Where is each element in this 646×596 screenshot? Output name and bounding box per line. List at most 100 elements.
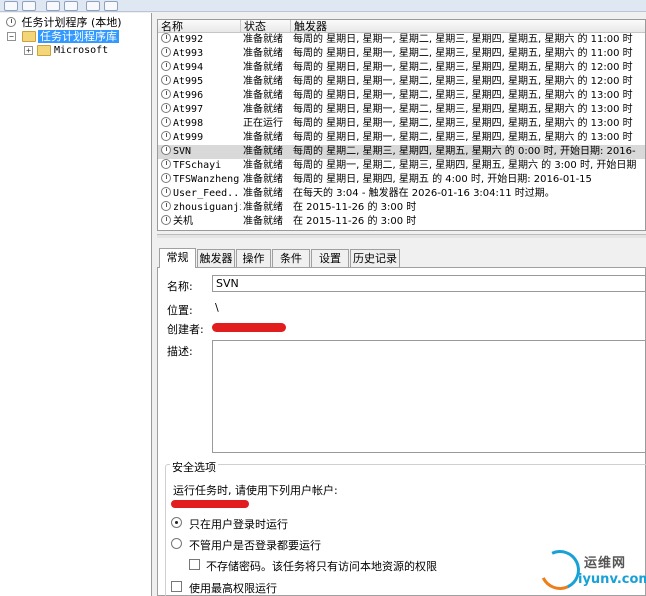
tree-library-label: 任务计划程序库 bbox=[38, 30, 119, 43]
table-row[interactable]: At996 准备就绪 每周的 星期日, 星期一, 星期二, 星期三, 星期四, 星期… bbox=[158, 89, 645, 103]
table-row[interactable]: TFSWanzheng 准备就绪 每周的 星期日, 星期四, 星期五 的 4:00 … bbox=[158, 173, 645, 187]
task-name: TFSWanzheng bbox=[173, 174, 240, 185]
tree-node-root[interactable]: 任务计划程序 (本地) bbox=[6, 16, 122, 30]
expand-icon[interactable]: + bbox=[24, 46, 33, 55]
task-trigger-cell: 每周的 星期二, 星期三, 星期四, 星期五, 星期六 的 0:00 时, 开始… bbox=[293, 146, 636, 157]
task-name: zhousiguanji bbox=[173, 202, 241, 213]
author-redaction bbox=[212, 323, 286, 332]
task-name-cell: At996 bbox=[161, 89, 241, 103]
table-row[interactable]: TFSchayi 准备就绪 每周的 星期一, 星期二, 星期三, 星期四, 星期五,… bbox=[158, 159, 645, 173]
task-clock-icon bbox=[161, 173, 171, 183]
task-status-cell: 准备就绪 bbox=[243, 160, 283, 171]
task-name: At997 bbox=[173, 104, 204, 115]
task-clock-icon bbox=[161, 215, 171, 225]
task-status-cell: 准备就绪 bbox=[243, 90, 283, 101]
task-clock-icon bbox=[161, 201, 171, 211]
radio-run-whether-logged-on[interactable] bbox=[171, 538, 182, 549]
table-row[interactable]: At997 准备就绪 每周的 星期日, 星期一, 星期二, 星期三, 星期四, 星期… bbox=[158, 103, 645, 117]
task-list-body: At992 准备就绪 每周的 星期日, 星期一, 星期二, 星期三, 星期四, 星期… bbox=[158, 33, 645, 229]
checkbox-do-not-store-password[interactable] bbox=[189, 559, 200, 570]
table-row[interactable]: At992 准备就绪 每周的 星期日, 星期一, 星期二, 星期三, 星期四, 星期… bbox=[158, 33, 645, 47]
task-name: At996 bbox=[173, 90, 204, 101]
tree-root-label: 任务计划程序 (本地) bbox=[21, 16, 122, 29]
task-name: At994 bbox=[173, 62, 204, 73]
table-row[interactable]: 关机 准备就绪在 2015-11-26 的 3:00 时 bbox=[158, 215, 645, 229]
task-clock-icon bbox=[161, 187, 171, 197]
show-hide-tree-icon[interactable] bbox=[64, 1, 78, 11]
task-trigger-cell: 每周的 星期日, 星期一, 星期二, 星期三, 星期四, 星期五, 星期六 的 … bbox=[293, 34, 633, 45]
tree-microsoft-label: Microsoft bbox=[54, 45, 109, 56]
task-trigger-cell: 每周的 星期日, 星期四, 星期五 的 4:00 时, 开始日期: 2016-0… bbox=[293, 174, 592, 185]
column-header-name[interactable]: 名称 bbox=[158, 20, 241, 33]
task-trigger-cell: 每周的 星期日, 星期一, 星期二, 星期三, 星期四, 星期五, 星期六 的 … bbox=[293, 62, 633, 73]
up-folder-icon[interactable] bbox=[46, 1, 60, 11]
task-name-cell: At993 bbox=[161, 47, 241, 61]
task-status-cell: 准备就绪 bbox=[243, 132, 283, 143]
properties-icon[interactable] bbox=[104, 1, 118, 11]
task-status-cell: 准备就绪 bbox=[243, 188, 283, 199]
column-header-trigger[interactable]: 触发器 bbox=[291, 20, 645, 33]
task-trigger-cell: 在 2015-11-26 的 3:00 时 bbox=[293, 216, 417, 227]
task-name-cell: 关机 bbox=[161, 215, 241, 229]
watermark-cn: 运维网 bbox=[584, 556, 627, 571]
forward-icon[interactable] bbox=[22, 1, 36, 11]
task-name: 关机 bbox=[173, 216, 193, 227]
checkbox-highest-privileges[interactable] bbox=[171, 581, 182, 592]
task-clock-icon bbox=[161, 159, 171, 169]
task-name: At999 bbox=[173, 132, 204, 143]
tab-history[interactable]: 历史记录 bbox=[350, 249, 400, 268]
name-field[interactable]: SVN bbox=[212, 275, 646, 292]
task-trigger-cell: 每周的 星期一, 星期二, 星期三, 星期四, 星期五, 星期六 的 3:00 … bbox=[293, 160, 637, 171]
tab-settings[interactable]: 设置 bbox=[311, 249, 349, 268]
collapse-icon[interactable]: − bbox=[7, 32, 16, 41]
swirl-logo-icon bbox=[534, 544, 586, 596]
task-name-cell: At998 bbox=[161, 117, 241, 131]
task-name: User_Feed... bbox=[173, 188, 241, 199]
checkbox-highest-privileges-label: 使用最高权限运行 bbox=[189, 582, 277, 595]
author-label: 创建者: bbox=[167, 323, 204, 336]
tree-node-microsoft[interactable]: Microsoft bbox=[54, 44, 108, 58]
radio-run-whether-logged-on-label: 不管用户是否登录都要运行 bbox=[189, 539, 321, 552]
clock-icon bbox=[6, 17, 16, 27]
task-status-cell: 准备就绪 bbox=[243, 104, 283, 115]
tree-node-library[interactable]: 任务计划程序库 bbox=[38, 30, 119, 44]
table-row[interactable]: At998 正在运行 每周的 星期日, 星期一, 星期二, 星期三, 星期四, 星期… bbox=[158, 117, 645, 131]
task-clock-icon bbox=[161, 89, 171, 99]
task-name: At993 bbox=[173, 48, 204, 59]
tab-general[interactable]: 常规 bbox=[159, 248, 196, 268]
table-row[interactable]: SVN 准备就绪 每周的 星期二, 星期三, 星期四, 星期五, 星期六 的 0:0… bbox=[158, 145, 645, 159]
task-list-header: 名称 状态 触发器 bbox=[158, 20, 645, 33]
radio-logged-on-only[interactable] bbox=[171, 517, 182, 528]
table-row[interactable]: At999 准备就绪 每周的 星期日, 星期一, 星期二, 星期三, 星期四, 星期… bbox=[158, 131, 645, 145]
navigation-tree: 任务计划程序 (本地) − 任务计划程序库 + Microsoft bbox=[0, 13, 152, 596]
table-row[interactable]: At993 准备就绪 每周的 星期日, 星期一, 星期二, 星期三, 星期四, 星期… bbox=[158, 47, 645, 61]
task-trigger-cell: 在每天的 3:04 - 触发器在 2026-01-16 3:04:11 时过期。 bbox=[293, 188, 555, 199]
task-name: At992 bbox=[173, 34, 204, 45]
table-row[interactable]: User_Feed... 准备就绪 在每天的 3:04 - 触发器在 2026-01… bbox=[158, 187, 645, 201]
task-clock-icon bbox=[161, 103, 171, 113]
task-clock-icon bbox=[161, 61, 171, 71]
help-icon[interactable] bbox=[86, 1, 100, 11]
tab-triggers[interactable]: 触发器 bbox=[197, 249, 235, 268]
run-as-label: 运行任务时, 请使用下列用户帐户: bbox=[173, 484, 338, 497]
task-name-cell: At997 bbox=[161, 103, 241, 117]
task-trigger-cell: 每周的 星期日, 星期一, 星期二, 星期三, 星期四, 星期五, 星期六 的 … bbox=[293, 132, 633, 143]
task-name: At995 bbox=[173, 76, 204, 87]
task-name: TFSchayi bbox=[173, 160, 222, 171]
tab-conditions[interactable]: 条件 bbox=[272, 249, 310, 268]
task-status-cell: 准备就绪 bbox=[243, 76, 283, 87]
task-list: 名称 状态 触发器 At992 准备就绪 每周的 星期日, 星期一, 星期二, 星期… bbox=[157, 19, 646, 231]
pane-splitter[interactable] bbox=[157, 234, 646, 238]
task-name: SVN bbox=[173, 146, 192, 157]
table-row[interactable]: zhousiguanji 准备就绪在 2015-11-26 的 3:00 时 bbox=[158, 201, 645, 215]
table-row[interactable]: At994 准备就绪 每周的 星期日, 星期一, 星期二, 星期三, 星期四, 星期… bbox=[158, 61, 645, 75]
column-header-status[interactable]: 状态 bbox=[241, 20, 291, 33]
back-icon[interactable] bbox=[4, 1, 18, 11]
task-status-cell: 准备就绪 bbox=[243, 62, 283, 73]
watermark-logo: 运维网 iyunv.com bbox=[534, 544, 646, 596]
tab-actions[interactable]: 操作 bbox=[236, 249, 271, 268]
task-trigger-cell: 每周的 星期日, 星期一, 星期二, 星期三, 星期四, 星期五, 星期六 的 … bbox=[293, 76, 633, 87]
task-status-cell: 准备就绪 bbox=[243, 34, 283, 45]
table-row[interactable]: At995 准备就绪 每周的 星期日, 星期一, 星期二, 星期三, 星期四, 星期… bbox=[158, 75, 645, 89]
description-field[interactable] bbox=[212, 340, 646, 453]
